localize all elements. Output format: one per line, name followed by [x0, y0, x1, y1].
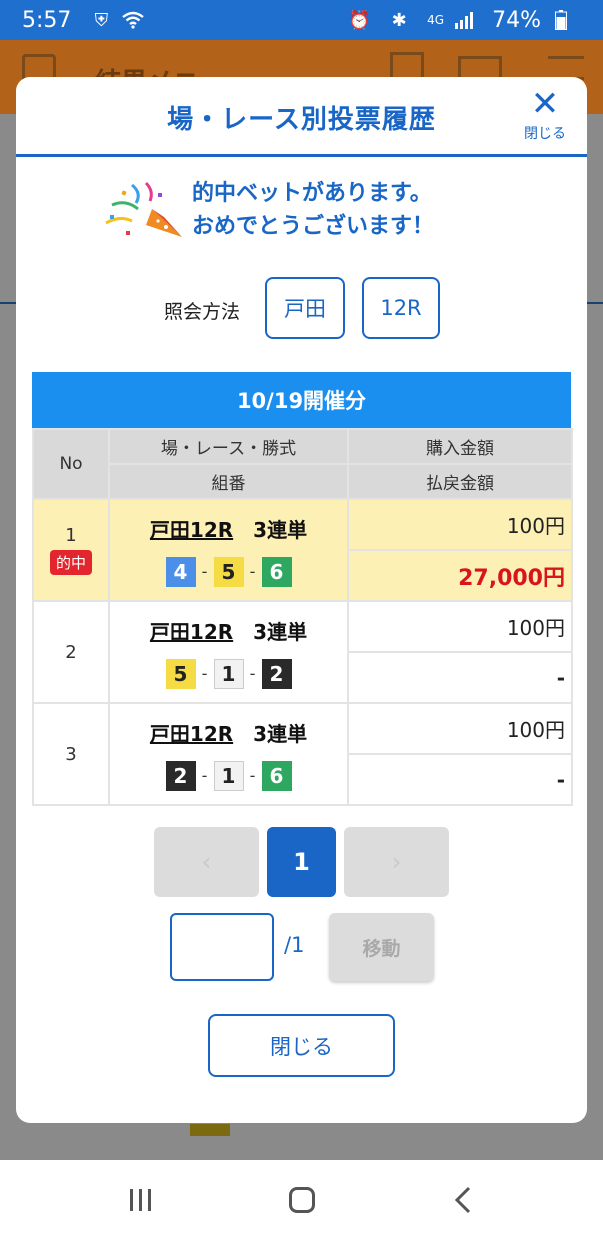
combination: 5 - 1 - 2: [110, 658, 347, 689]
header-combo: 組番: [108, 463, 349, 500]
table-row: 2 戸田12R 3連単 5 - 1 - 2 100円: [32, 600, 573, 704]
congrats-banner: 的中ベットがあります。 おめでとうございます！: [16, 175, 587, 245]
recents-button[interactable]: [111, 1180, 171, 1220]
table-row: 1 的中 戸田12R 3連単 4 - 5 - 6 100円: [32, 498, 573, 602]
page-total: /1: [284, 933, 305, 957]
party-popper-icon: [105, 181, 182, 237]
close-x-label: 閉じる: [524, 126, 566, 142]
background-bar: [190, 1124, 230, 1136]
congrats-text: 的中ベットがあります。 おめでとうございます！: [192, 177, 434, 243]
signal-icon: [452, 8, 476, 32]
table-row: 3 戸田12R 3連単 2 - 1 - 6 100円: [32, 702, 573, 806]
hit-badge: 的中: [49, 550, 92, 575]
page-number-input[interactable]: [170, 913, 274, 981]
boat-number: 6: [261, 760, 292, 791]
recents-bar: [130, 1189, 133, 1211]
race-cell: 戸田12R 3連単 4 - 5 - 6: [108, 498, 349, 602]
race-place: 戸田12R: [149, 517, 234, 542]
purchase-amount: 100円: [347, 600, 573, 653]
race-cell: 戸田12R 3連単 2 - 1 - 6: [108, 702, 349, 806]
race-select-button[interactable]: 12R: [362, 277, 440, 339]
status-bar: 5:57 ⛨ ⏰ ✱ 4G 74%: [0, 0, 603, 40]
recents-bar: [148, 1189, 151, 1211]
query-label: 照会方法: [164, 301, 241, 323]
boat-number: 6: [261, 556, 292, 587]
close-button[interactable]: 閉じる: [208, 1014, 395, 1077]
combination: 4 - 5 - 6: [110, 556, 347, 587]
recents-bar: [139, 1189, 142, 1211]
navigation-bar: [0, 1160, 603, 1240]
boat-number: 2: [261, 658, 292, 689]
combo-dash: -: [249, 664, 256, 683]
table-header-row: No 場・レース・勝式 購入金額: [32, 428, 573, 500]
combination: 2 - 1 - 6: [110, 760, 347, 791]
boat-number: 1: [213, 760, 244, 791]
combo-dash: -: [201, 766, 208, 785]
alarm-icon: ⏰: [347, 9, 371, 31]
table-header-row: 組番 払戻金額: [33, 463, 573, 500]
race-cell: 戸田12R 3連単 5 - 1 - 2: [108, 600, 349, 704]
row-no: 2: [32, 600, 110, 704]
next-page-button[interactable]: ›: [344, 827, 449, 897]
query-method: 照会方法 戸田 12R: [16, 277, 587, 339]
payout-amount: 27,000円: [347, 549, 573, 602]
header-no: No: [32, 428, 110, 500]
pagination: ‹ 1 ›: [16, 827, 587, 897]
battery-icon: [549, 8, 573, 32]
congrats-line-2: おめでとうございます！: [192, 214, 435, 239]
wifi-icon: [121, 8, 145, 32]
row-no: 1: [65, 525, 77, 546]
vote-history-modal: 場・レース別投票履歴 ✕ 閉じる 的中ベットがあります。 おめでとうございます！…: [16, 77, 587, 1123]
combo-dash: -: [249, 766, 256, 785]
row-no-cell: 1 的中: [32, 498, 110, 602]
shield-icon: ⛨: [94, 9, 109, 31]
purchase-amount: 100円: [347, 702, 573, 755]
vote-history-table: No 場・レース・勝式 購入金額 組番 払戻金額 1 的中 戸田12R 3連単 4…: [32, 428, 573, 806]
network-type: 4G: [427, 12, 445, 27]
race-name: 戸田12R 3連単: [110, 718, 347, 747]
back-button[interactable]: [433, 1180, 493, 1220]
purchase-amount: 100円: [347, 498, 573, 551]
header-race-type: 場・レース・勝式: [108, 428, 349, 465]
combo-dash: -: [201, 664, 208, 683]
current-page-button[interactable]: 1: [267, 827, 336, 897]
combo-dash: -: [201, 562, 208, 581]
prev-page-button[interactable]: ‹: [154, 827, 259, 897]
close-x-button[interactable]: ✕ 閉じる: [517, 87, 573, 143]
bet-type: 3連単: [253, 721, 308, 746]
race-name: 戸田12R 3連単: [110, 514, 347, 543]
back-chevron-icon: [454, 1186, 470, 1214]
home-circle-icon: [288, 1187, 315, 1213]
place-select-button[interactable]: 戸田: [265, 277, 345, 339]
race-place: 戸田12R: [149, 619, 234, 644]
modal-title: 場・レース別投票履歴: [167, 105, 436, 135]
modal-header: 場・レース別投票履歴 ✕ 閉じる: [16, 77, 587, 157]
bluetooth-icon: ✱: [391, 9, 407, 31]
row-no: 3: [32, 702, 110, 806]
page-jump: /1 移動: [16, 913, 587, 983]
payout-amount: -: [347, 753, 573, 806]
clock: 5:57: [22, 7, 72, 33]
boat-number: 5: [213, 556, 244, 587]
race-name: 戸田12R 3連単: [110, 616, 347, 645]
boat-number: 5: [165, 658, 196, 689]
header-payout: 払戻金額: [347, 463, 573, 500]
race-place: 戸田12R: [149, 721, 234, 746]
bet-type: 3連単: [253, 517, 308, 542]
combo-dash: -: [249, 562, 256, 581]
boat-number: 2: [165, 760, 196, 791]
move-button[interactable]: 移動: [329, 913, 434, 981]
boat-number: 4: [165, 556, 196, 587]
congrats-line-1: 的中ベットがあります。: [192, 181, 432, 206]
battery-percent: 74%: [492, 7, 541, 33]
payout-amount: -: [347, 651, 573, 704]
boat-number: 1: [213, 658, 244, 689]
session-date-header: 10/19開催分: [32, 372, 571, 428]
header-purchase: 購入金額: [347, 428, 573, 465]
close-icon: ✕: [530, 84, 560, 124]
bet-type: 3連単: [253, 619, 308, 644]
home-button[interactable]: [272, 1180, 332, 1220]
